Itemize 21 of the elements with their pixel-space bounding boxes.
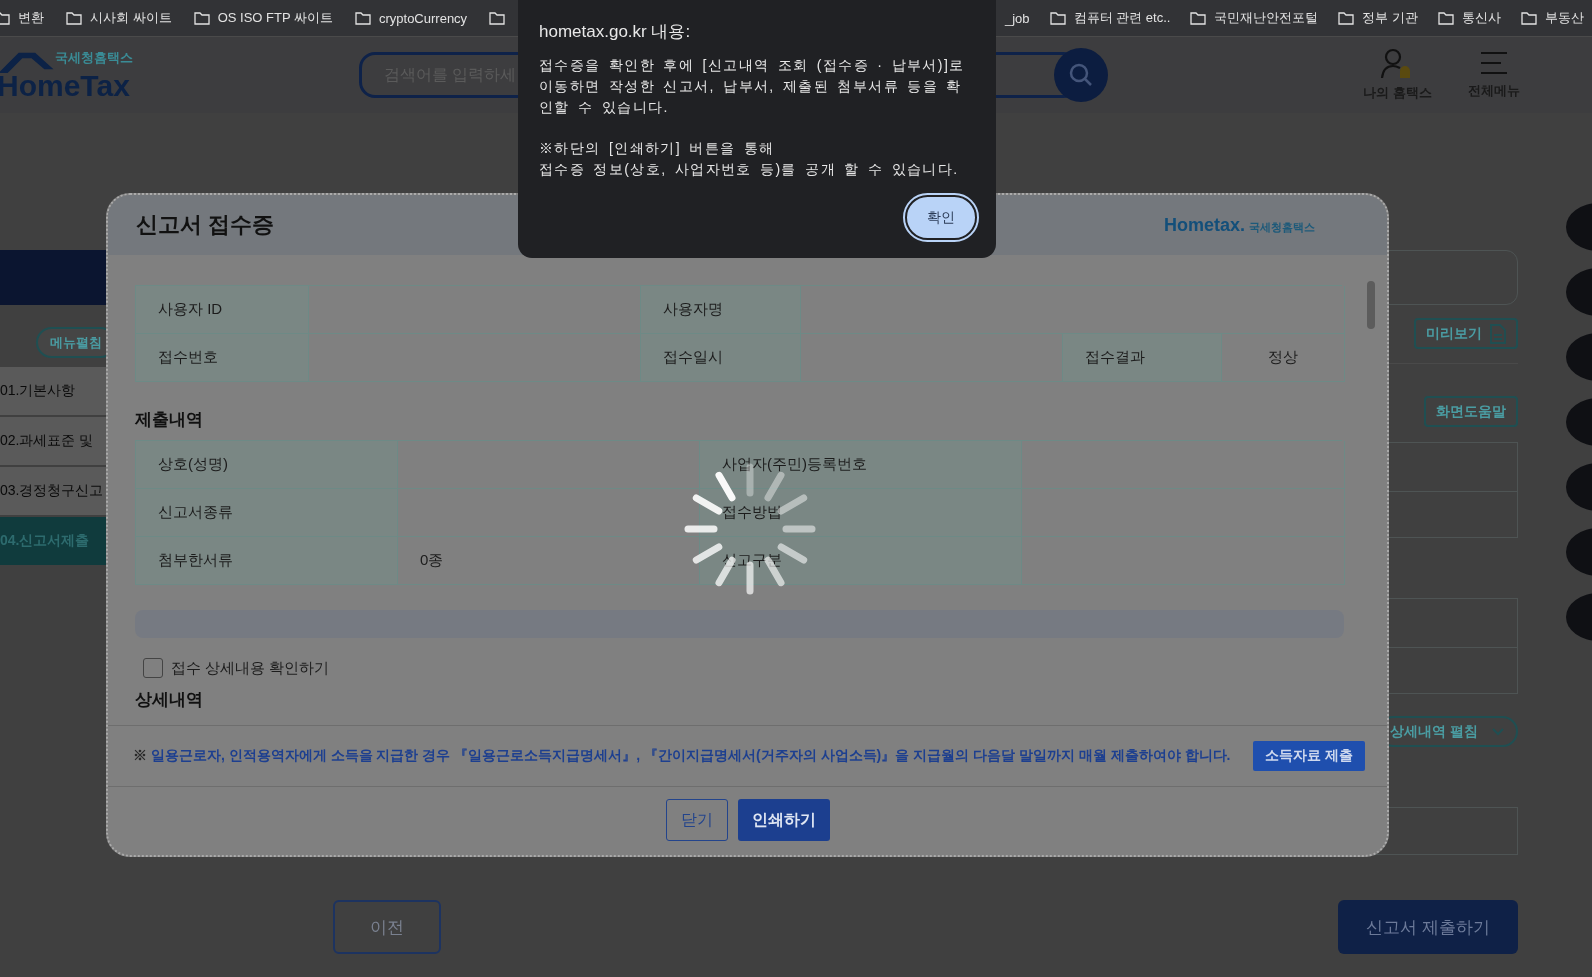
table-cell: 사용자명: [641, 286, 801, 334]
table-cell: 신고서종류: [136, 489, 398, 537]
dialog-message: 접수증을 확인한 후에 [신고내역 조회 (접수증 · 납부서)]로 이동하면 작성한 신고서, 납부서, 제출된 첨부서류 등을 확인할 수 있습니다.: [539, 56, 966, 117]
modal-title: 신고서 접수증: [136, 211, 275, 239]
table-cell: 사용자 ID: [136, 286, 309, 334]
table-cell: 접수일시: [641, 334, 801, 382]
table-cell: 사업자(주민)등록번호: [700, 441, 1022, 489]
table-cell: 접수방법: [700, 489, 1022, 537]
table-cell: 정상: [1222, 334, 1345, 382]
table-cell: 신고구분: [700, 537, 1022, 585]
hometax-logo: Hometax. 국세청홈택스: [1163, 214, 1315, 236]
section-title: 제출내역: [135, 409, 204, 431]
table-cell: 접수번호: [136, 334, 309, 382]
table-cell: 첨부한서류: [136, 537, 398, 585]
dialog-message: ※하단의 [인쇄하기] 버튼을 통해 접수증 정보(상호, 사업자번호 등)를 공개 할 수 있습니다.: [539, 139, 960, 179]
table-cell: 0종: [398, 537, 700, 585]
notice-text: ※ 일용근로자, 인적용역자에게 소득을 지급한 경우 『일용근로소득지급명세서』, 『간이지급명세서(거주자의 사업소득)』을 지급월의 다음달 말일까지 매월 제출하여야 합니다.: [133, 747, 1231, 765]
dialog-title: hometax.go.kr 내용:: [539, 21, 692, 43]
table-cell: 접수결과: [1063, 334, 1222, 382]
section-title: 상세내역: [135, 689, 204, 711]
table-cell: 상호(성명): [136, 441, 398, 489]
